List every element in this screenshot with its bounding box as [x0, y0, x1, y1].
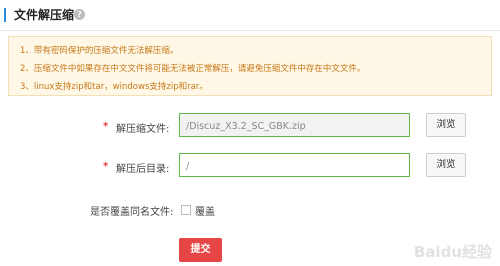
browse-file-button[interactable]: 浏览: [426, 113, 466, 137]
overwrite-checkbox[interactable]: [181, 205, 191, 215]
browse-dir-button[interactable]: 浏览: [426, 153, 466, 177]
dir-path-input[interactable]: [180, 155, 409, 178]
notice-line-1: 1、带有密码保护的压缩文件无法解压缩。: [20, 46, 179, 56]
submit-button[interactable]: 提交: [179, 238, 222, 262]
dir-path-field[interactable]: [179, 153, 410, 178]
file-path-field[interactable]: [179, 113, 410, 138]
notice-line-2: 2、压缩文件中如果存在中文文件将可能无法被正常解压，请避免压缩文件中存在中文文件…: [20, 64, 366, 74]
notice-box: 1、带有密码保护的压缩文件无法解压缩。 2、压缩文件中如果存在中文文件将可能无法…: [8, 36, 492, 96]
watermark-logo: Baidu经验: [413, 243, 492, 261]
required-mark-dir: *: [103, 161, 109, 172]
help-icon[interactable]: ?: [74, 9, 85, 20]
file-label: 解压缩文件:: [116, 124, 170, 135]
overwrite-checkbox-label[interactable]: 覆盖: [195, 203, 215, 218]
file-path-input[interactable]: [180, 115, 409, 138]
dir-label: 解压后目录:: [116, 164, 170, 175]
required-mark-file: *: [103, 121, 109, 132]
section-header: 文件解压缩 ?: [0, 0, 500, 31]
notice-line-3: 3、linux支持zip和tar，windows支持zip和rar。: [20, 82, 208, 92]
page-title: 文件解压缩: [14, 8, 75, 22]
overwrite-label: 是否覆盖同名文件:: [90, 207, 174, 218]
header-accent-bar: [4, 8, 6, 22]
